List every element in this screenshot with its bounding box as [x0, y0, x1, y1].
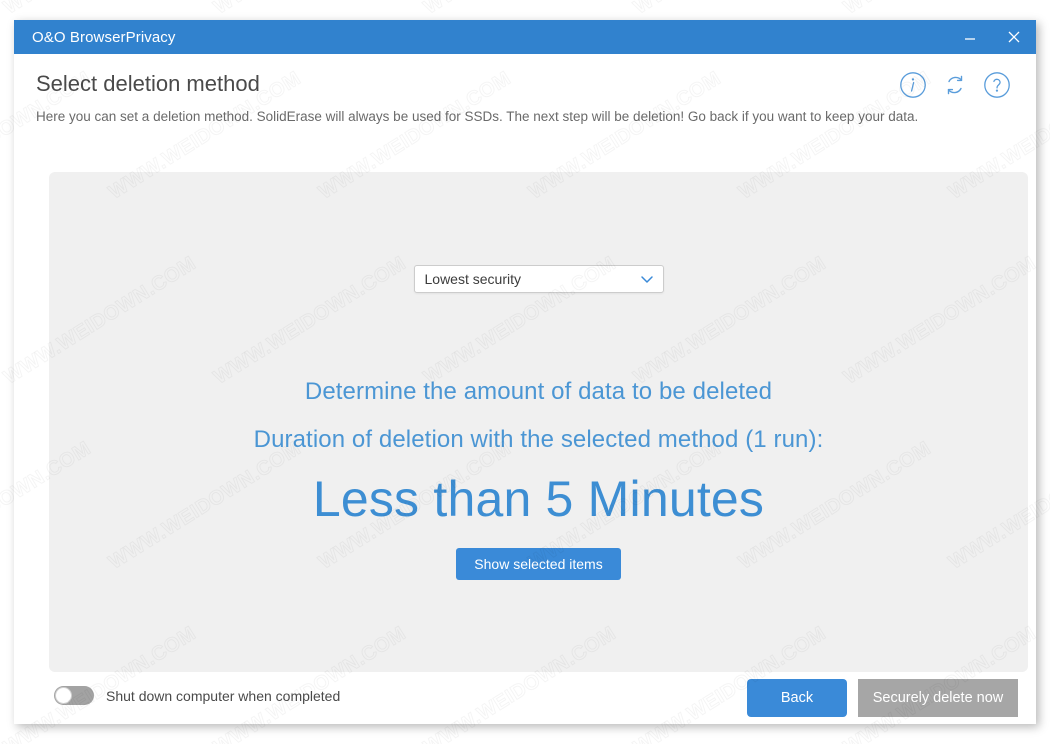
shutdown-toggle-row: Shut down computer when completed — [54, 686, 340, 705]
shutdown-toggle-label: Shut down computer when completed — [106, 687, 341, 704]
watermark-text: WWW.WEIDOWN.COM — [420, 0, 621, 20]
help-icon[interactable] — [980, 68, 1014, 102]
back-button[interactable]: Back — [747, 679, 847, 717]
duration-label: Duration of deletion with the selected m… — [253, 426, 824, 453]
page-subtitle: Here you can set a deletion method. Soli… — [36, 109, 919, 124]
show-selected-items-button[interactable]: Show selected items — [456, 548, 621, 580]
footer-button-group: Back Securely delete now — [747, 679, 1018, 717]
close-button[interactable] — [992, 20, 1036, 54]
page-title: Select deletion method — [36, 71, 260, 96]
data-amount-text: Determine the amount of data to be delet… — [304, 378, 773, 405]
toggle-knob — [55, 687, 72, 704]
refresh-icon[interactable] — [938, 68, 972, 102]
info-icon[interactable] — [896, 68, 930, 102]
deletion-method-value: Lowest security — [424, 271, 521, 287]
desktop-background: O&O BrowserPrivacy Select deletion metho… — [0, 0, 1050, 744]
watermark-text: WWW.WEIDOWN.COM — [210, 0, 411, 20]
chevron-down-icon — [639, 271, 655, 287]
securely-delete-now-button: Securely delete now — [858, 679, 1018, 717]
duration-value: Less than 5 Minutes — [312, 471, 765, 527]
content-panel: Lowest security Determine the amount of … — [49, 172, 1028, 672]
page-header: Select deletion method Here you can set … — [14, 54, 1036, 126]
minimize-button[interactable] — [948, 20, 992, 54]
watermark-text: WWW.WEIDOWN.COM — [630, 0, 831, 20]
watermark-text: WWW.WEIDOWN.COM — [0, 0, 200, 20]
shutdown-toggle[interactable] — [54, 686, 94, 705]
window-title: O&O BrowserPrivacy — [32, 28, 176, 46]
application-window: O&O BrowserPrivacy Select deletion metho… — [14, 20, 1036, 724]
deletion-method-select[interactable]: Lowest security — [413, 265, 664, 293]
watermark-text: WWW.WEIDOWN.COM — [840, 0, 1041, 20]
header-icon-group — [896, 68, 1014, 102]
title-bar[interactable]: O&O BrowserPrivacy — [14, 20, 1036, 54]
footer-bar: Shut down computer when completed Back S… — [14, 672, 1036, 724]
